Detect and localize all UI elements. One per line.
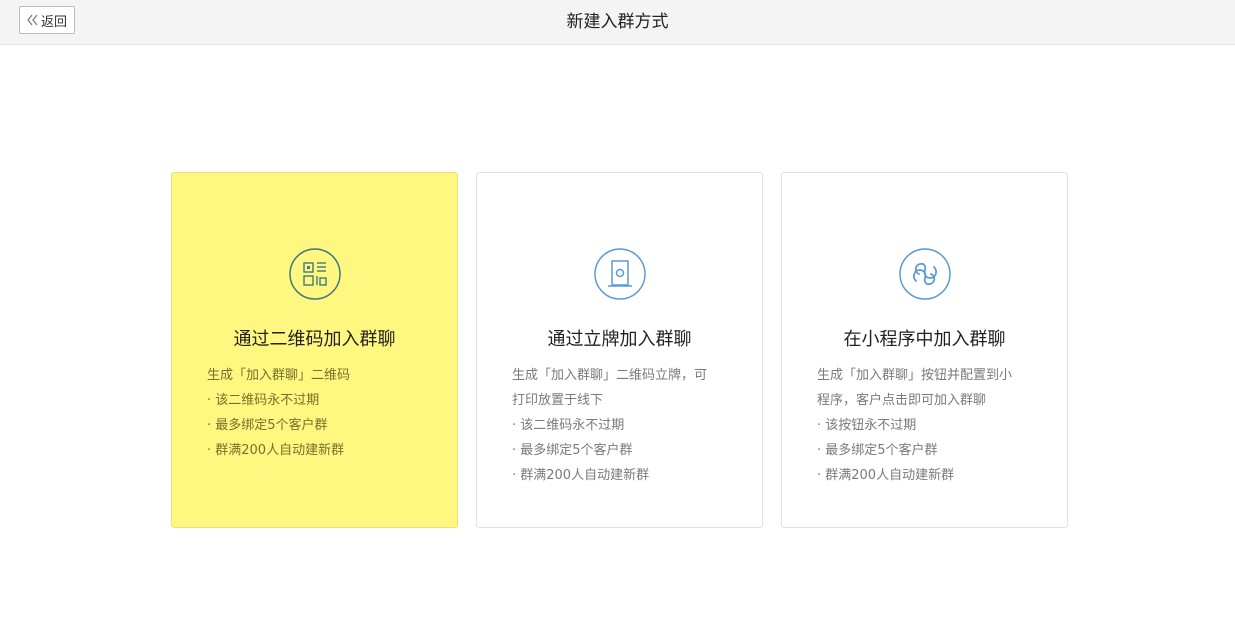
card-title: 通过立牌加入群聊 [547, 329, 692, 350]
standee-icon [594, 248, 646, 300]
card-description: 生成「加入群聊」二维码 · 该二维码永不过期 · 最多绑定5个客户群 · 群满2… [207, 363, 427, 463]
top-bar: 返回 新建入群方式 [0, 0, 1235, 45]
card-mini-program[interactable]: 在小程序中加入群聊 生成「加入群聊」按钮并配置到小 程序，客户点击即可加入群聊 … [781, 172, 1068, 528]
card-qr-code[interactable]: 通过二维码加入群聊 生成「加入群聊」二维码 · 该二维码永不过期 · 最多绑定5… [171, 172, 458, 528]
card-line: 生成「加入群聊」二维码立牌，可 [512, 368, 708, 383]
card-line: · 该二维码永不过期 [512, 418, 625, 433]
card-line: · 最多绑定5个客户群 [817, 443, 938, 458]
card-line: · 最多绑定5个客户群 [207, 418, 328, 433]
card-line: 生成「加入群聊」按钮并配置到小 [817, 368, 1013, 383]
card-line: · 该按钮永不过期 [817, 418, 917, 433]
page-title: 新建入群方式 [566, 12, 669, 32]
card-line: · 群满200人自动建新群 [512, 468, 650, 483]
card-line: 程序，客户点击即可加入群聊 [817, 393, 987, 408]
card-description: 生成「加入群聊」二维码立牌，可 打印放置于线下 · 该二维码永不过期 · 最多绑… [512, 363, 732, 488]
card-title: 通过二维码加入群聊 [233, 329, 396, 350]
qr-code-icon [289, 248, 341, 300]
card-line: 生成「加入群聊」二维码 [207, 368, 351, 383]
card-title: 在小程序中加入群聊 [843, 329, 1006, 350]
card-line: · 该二维码永不过期 [207, 393, 320, 408]
card-line: · 群满200人自动建新群 [207, 443, 345, 458]
card-standee[interactable]: 通过立牌加入群聊 生成「加入群聊」二维码立牌，可 打印放置于线下 · 该二维码永… [476, 172, 763, 528]
mini-program-icon [899, 248, 951, 300]
card-line: 打印放置于线下 [512, 393, 604, 408]
card-line: · 最多绑定5个客户群 [512, 443, 633, 458]
card-description: 生成「加入群聊」按钮并配置到小 程序，客户点击即可加入群聊 · 该按钮永不过期 … [817, 363, 1037, 488]
card-line: · 群满200人自动建新群 [817, 468, 955, 483]
